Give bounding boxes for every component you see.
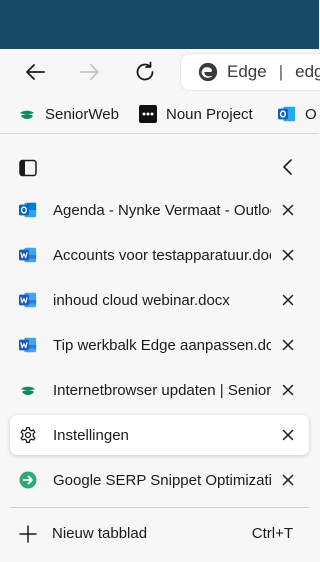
tab-title: inhoud cloud webinar.docx xyxy=(53,292,230,309)
forward-arrow-icon xyxy=(80,64,99,80)
close-tab-button[interactable] xyxy=(278,470,298,490)
tab-item[interactable]: inhoud cloud webinar.docx xyxy=(10,280,309,320)
tab-row: Accounts voor testapparatuur.docx xyxy=(0,233,319,278)
close-tab-button[interactable] xyxy=(278,425,298,445)
tab-row: inhoud cloud webinar.docx xyxy=(0,278,319,323)
tab-title: Instellingen xyxy=(53,427,129,444)
new-tab-button[interactable]: Nieuw tabblad Ctrl+T xyxy=(10,518,309,550)
tab-item[interactable]: Tip werkbalk Edge aanpassen.docx xyxy=(10,325,309,365)
tab-row: Instellingen xyxy=(0,413,319,458)
close-tab-button[interactable] xyxy=(278,245,298,265)
address-bar[interactable]: Edge | edg xyxy=(181,54,320,90)
back-button[interactable] xyxy=(19,57,51,87)
favorite-label: O xyxy=(305,105,317,123)
favorite-label: Noun Project xyxy=(166,105,253,123)
word-icon xyxy=(19,246,37,264)
refresh-button[interactable] xyxy=(129,57,161,87)
word-icon xyxy=(19,336,37,354)
close-tab-button[interactable] xyxy=(278,290,298,310)
gear-icon xyxy=(19,426,37,444)
seniorweb-icon xyxy=(18,105,36,123)
favorite-seniorweb[interactable]: SeniorWeb xyxy=(18,95,119,133)
seniorweb-icon xyxy=(19,381,37,399)
collapse-pane-button[interactable] xyxy=(278,156,298,178)
new-tab-shortcut: Ctrl+T xyxy=(251,525,293,542)
tab-item[interactable]: Instellingen xyxy=(10,415,309,455)
close-icon xyxy=(282,384,294,396)
tab-title: Internetbrowser updaten | SeniorWeb xyxy=(53,382,271,399)
close-icon xyxy=(282,204,294,216)
tab-row: Tip werkbalk Edge aanpassen.docx xyxy=(0,323,319,368)
word-icon xyxy=(19,291,37,309)
tab-title: Accounts voor testapparatuur.docx xyxy=(53,247,271,264)
title-bar xyxy=(0,0,319,49)
tab-row: Agenda - Nynke Vermaat - Outlook xyxy=(0,188,319,233)
address-site-name: Edge xyxy=(227,62,267,81)
tab-title: Agenda - Nynke Vermaat - Outlook xyxy=(53,202,271,219)
favorite-outlook[interactable]: O xyxy=(278,95,317,133)
noun-project-icon xyxy=(139,105,157,123)
tab-item[interactable]: Google SERP Snippet Optimization xyxy=(10,460,309,500)
close-icon xyxy=(282,294,294,306)
tab-list: Agenda - Nynke Vermaat - Outlook Accounts… xyxy=(0,188,319,503)
vertical-tabs-icon xyxy=(19,159,37,177)
vertical-tabs-pane: Agenda - Nynke Vermaat - Outlook Accounts… xyxy=(0,133,319,562)
close-icon xyxy=(282,339,294,351)
edge-logo-icon xyxy=(198,62,218,82)
favorite-noun-project[interactable]: Noun Project xyxy=(139,95,253,133)
chevron-left-icon xyxy=(283,159,292,175)
favorite-label: SeniorWeb xyxy=(45,105,119,123)
tab-row: Google SERP Snippet Optimization xyxy=(0,458,319,503)
tab-item[interactable]: Agenda - Nynke Vermaat - Outlook xyxy=(10,190,309,230)
address-url-text: edg xyxy=(295,62,320,81)
close-tab-button[interactable] xyxy=(278,380,298,400)
address-separator: | xyxy=(278,62,284,81)
close-icon xyxy=(282,429,294,441)
tab-row: Internetbrowser updaten | SeniorWeb xyxy=(0,368,319,413)
plus-icon xyxy=(19,525,37,543)
new-tab-label: Nieuw tabblad xyxy=(52,525,148,542)
favorites-bar: SeniorWeb Noun Project O xyxy=(0,95,319,133)
back-arrow-icon xyxy=(26,64,45,80)
close-tab-button[interactable] xyxy=(278,200,298,220)
tab-item[interactable]: Accounts voor testapparatuur.docx xyxy=(10,235,309,275)
close-icon xyxy=(282,249,294,261)
tab-item[interactable]: Internetbrowser updaten | SeniorWeb xyxy=(10,370,309,410)
outlook-icon xyxy=(278,105,296,123)
tab-actions-menu-button[interactable] xyxy=(19,159,37,177)
tab-list-divider xyxy=(10,507,309,508)
outlook-icon xyxy=(19,201,37,219)
tab-title: Google SERP Snippet Optimization xyxy=(53,472,271,489)
close-tab-button[interactable] xyxy=(278,335,298,355)
forward-button[interactable] xyxy=(74,57,106,87)
refresh-icon xyxy=(136,61,154,81)
browser-toolbar: Edge | edg xyxy=(0,49,320,95)
close-icon xyxy=(282,474,294,486)
tab-title: Tip werkbalk Edge aanpassen.docx xyxy=(53,337,271,354)
serp-tool-icon xyxy=(19,471,37,489)
